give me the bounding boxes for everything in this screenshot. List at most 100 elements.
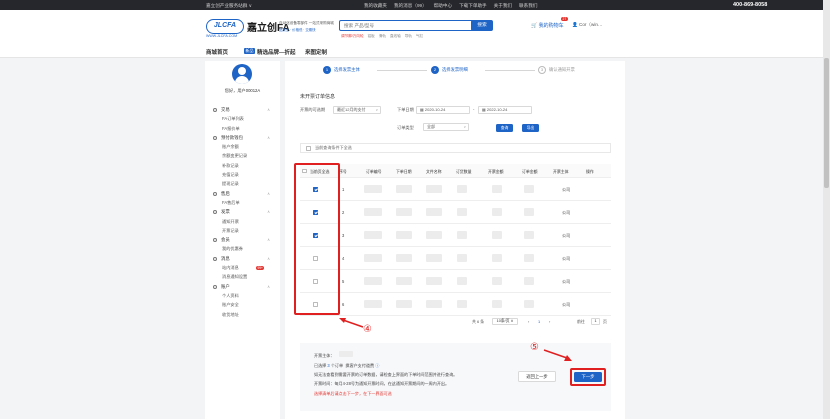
export-button[interactable]: 导出 bbox=[522, 124, 539, 132]
sidebar-item-security[interactable]: 账户安全 bbox=[205, 300, 280, 309]
redacted-cell bbox=[426, 208, 442, 216]
sidebar-item-recharge[interactable]: 充值记录 bbox=[205, 170, 280, 179]
sidebar-group-invoice[interactable]: 发票 ∧ bbox=[205, 207, 280, 216]
sidebar-item-address[interactable]: 收货地址 bbox=[205, 310, 280, 319]
table-row: 2 公司 bbox=[300, 201, 611, 224]
chevron-up-icon: ∧ bbox=[267, 209, 270, 215]
nav-home[interactable]: 商城首页 bbox=[206, 48, 228, 56]
redacted-cell bbox=[426, 185, 442, 193]
back-button[interactable]: 返回上一步 bbox=[518, 371, 556, 382]
page-number-current[interactable]: 1 bbox=[538, 319, 540, 324]
sidebar-item-balance-log[interactable]: 余额变更记录 bbox=[205, 151, 280, 160]
top-link-download[interactable]: 下载下单助手 bbox=[459, 3, 487, 9]
hot-keyword[interactable]: 直线轴 bbox=[390, 34, 401, 39]
search-button[interactable]: 搜索 bbox=[471, 20, 493, 31]
page-scrollbar[interactable] bbox=[823, 0, 830, 419]
sidebar-group-member[interactable]: 会员 ∧ bbox=[205, 235, 280, 244]
sidebar-item-fa-orders[interactable]: FA订单列表 bbox=[205, 114, 280, 123]
hot-keyword[interactable]: 导轨 bbox=[405, 34, 412, 39]
sidebar-group-message[interactable]: 消息 ∧ bbox=[205, 254, 280, 263]
period-label: 开票的可选期 bbox=[300, 107, 326, 112]
sidebar-group-trade[interactable]: 交易 ∧ bbox=[205, 105, 280, 114]
redacted-cell bbox=[396, 277, 412, 285]
account-icon bbox=[213, 284, 217, 289]
select-all-query-row: 当前查询条件下全选 bbox=[300, 143, 611, 153]
sidebar-group-account[interactable]: 账户 ∧ bbox=[205, 282, 280, 291]
step-connector bbox=[377, 70, 427, 71]
period-select[interactable]: 最近12月的支付 ∨ bbox=[333, 106, 381, 114]
select-all-query-checkbox[interactable] bbox=[306, 146, 311, 151]
page-size-select[interactable]: 10条/页 ∨ bbox=[492, 318, 518, 325]
top-link-help[interactable]: 帮助中心 bbox=[434, 3, 452, 9]
table-row: 6 公司 bbox=[300, 293, 611, 316]
avatar[interactable] bbox=[232, 64, 252, 84]
col-order-amount: 订单金额 bbox=[522, 168, 538, 174]
scrollbar-thumb[interactable] bbox=[824, 58, 829, 188]
member-icon bbox=[213, 238, 217, 243]
sidebar-item-balance[interactable]: 账户余额 bbox=[205, 142, 280, 151]
message-count-badge: 99+ bbox=[256, 265, 265, 270]
goto-page-input[interactable]: 1 bbox=[591, 318, 600, 325]
sidebar-item-fa-quotes[interactable]: FA报价单 bbox=[205, 124, 280, 133]
date-to-input[interactable]: ▦ 2022-10-24 bbox=[478, 106, 532, 114]
hot-keyword[interactable]: 铝板 bbox=[368, 34, 375, 39]
hot-keyword[interactable]: 调节脚/万向轮 bbox=[341, 34, 364, 39]
user-name: Cor（win… bbox=[579, 22, 603, 27]
redacted-cell bbox=[396, 254, 412, 262]
redacted-cell bbox=[457, 185, 467, 193]
cart-link[interactable]: 🛒 我的购物车 27 bbox=[531, 17, 568, 29]
redacted-cell bbox=[396, 300, 412, 308]
redacted-cell bbox=[339, 351, 353, 357]
sidebar-item-notify-settings[interactable]: 消息通知设置 bbox=[205, 272, 280, 281]
top-link-contact[interactable]: 联系我们 bbox=[519, 3, 537, 9]
sidebar-item-supplement[interactable]: 补款记录 bbox=[205, 161, 280, 170]
prev-page-icon[interactable]: ‹ bbox=[528, 319, 529, 324]
step-1: 1 选择发票主体 bbox=[323, 66, 360, 74]
chevron-up-icon: ∧ bbox=[267, 237, 270, 243]
hot-keywords: 调节脚/万向轮 铝板 滑轨 直线轴 导轨 气缸 bbox=[341, 34, 423, 39]
order-type-select[interactable]: 全部 ∨ bbox=[423, 123, 469, 131]
col-invoice-subject: 开票主体 bbox=[553, 168, 569, 174]
user-menu[interactable]: 👤 Cor（win… bbox=[572, 22, 603, 28]
redacted-cell bbox=[364, 208, 382, 216]
step-2: 2 选择发票明细 bbox=[431, 66, 468, 74]
cart-label: 我的购物车 bbox=[538, 23, 564, 29]
table-row: 3 公司 bbox=[300, 224, 611, 247]
annotation-arrow-icon bbox=[543, 349, 572, 361]
sidebar-item-profile[interactable]: 个人资料 bbox=[205, 291, 280, 300]
hot-keyword[interactable]: 气缸 bbox=[416, 34, 423, 39]
redacted-cell bbox=[396, 208, 412, 216]
sidebar-item-inbox[interactable]: 站内消息 99+ bbox=[205, 263, 280, 272]
site-group-dropdown[interactable]: 嘉立创产业服务站群 ∨ bbox=[206, 3, 252, 9]
sidebar-item-notify-invoice[interactable]: 通知开票 bbox=[205, 217, 280, 226]
nav-featured[interactable]: 精选品牌—折起 bbox=[257, 48, 296, 56]
top-link-about[interactable]: 关于我们 bbox=[494, 3, 512, 9]
sidebar-item-invoice-records[interactable]: 开票记录 bbox=[205, 226, 280, 235]
redacted-cell bbox=[524, 277, 534, 285]
date-from-input[interactable]: ▦ 2020-10-24 bbox=[416, 106, 470, 114]
hot-keyword[interactable]: 滑轨 bbox=[379, 34, 386, 39]
sidebar-item-coupons[interactable]: 我的优惠券 bbox=[205, 244, 280, 253]
query-button[interactable]: 查询 bbox=[496, 124, 513, 132]
annotation-arrow-icon bbox=[339, 318, 364, 328]
top-link-messages[interactable]: 我的消息（99） bbox=[394, 3, 427, 9]
type-label: 订单类型 bbox=[397, 125, 414, 130]
redacted-cell bbox=[426, 231, 442, 239]
step-3: 3 确认通知开票 bbox=[538, 66, 575, 74]
sidebar-item-fa-aftersale[interactable]: FA售后单 bbox=[205, 198, 280, 207]
col-order-date: 下单日期 bbox=[396, 168, 412, 174]
sidebar-item-withdraw[interactable]: 提现记录 bbox=[205, 179, 280, 188]
sidebar-group-wallet[interactable]: 预付款钱包 ∧ bbox=[205, 133, 280, 142]
search-input[interactable] bbox=[340, 21, 478, 30]
redacted-cell bbox=[426, 254, 442, 262]
pager-total: 共 6 条 bbox=[472, 319, 485, 324]
top-link-favorites[interactable]: 我的收藏夹 bbox=[364, 3, 387, 9]
section-title: 未开票订单信息 bbox=[300, 94, 336, 100]
nav-custom[interactable]: 来图定制 bbox=[305, 48, 327, 56]
redacted-cell bbox=[364, 254, 382, 262]
next-button[interactable]: 下一步 bbox=[574, 372, 602, 382]
next-page-icon[interactable]: › bbox=[549, 319, 550, 324]
sidebar-group-aftersale[interactable]: 售后 ∧ bbox=[205, 189, 280, 198]
redacted-cell bbox=[457, 231, 467, 239]
logo[interactable]: JLCFA bbox=[206, 19, 244, 34]
